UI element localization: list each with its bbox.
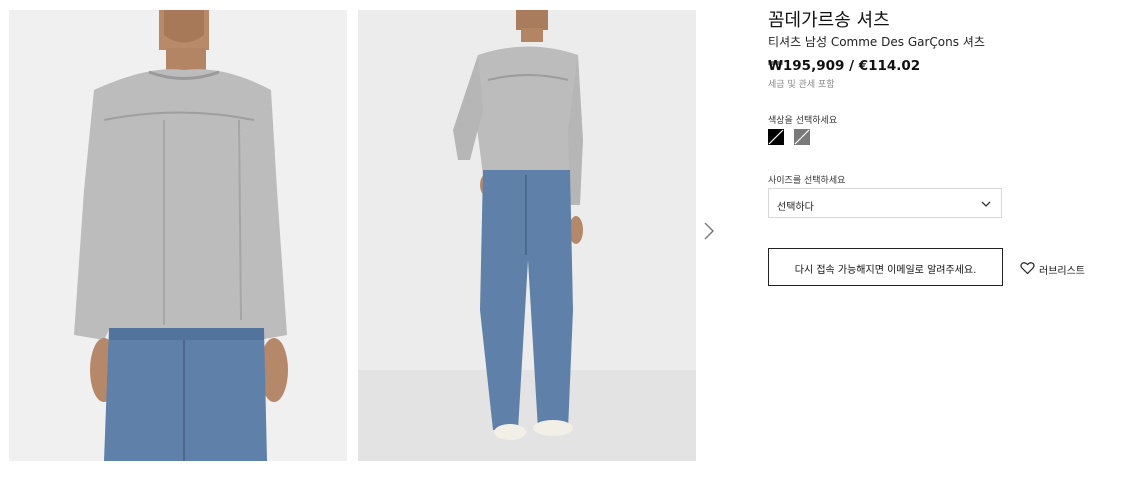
swatch-black-fill — [768, 129, 784, 145]
next-image-arrow[interactable] — [700, 220, 718, 242]
wishlist-label: 러브리스트 — [1039, 266, 1085, 277]
heart-icon — [1020, 262, 1035, 275]
color-select-label: 색상을 선택하세요 — [768, 116, 838, 126]
product-photo-closeup[interactable] — [9, 10, 347, 461]
tax-note: 세금 및 관세 포함 — [768, 80, 835, 90]
full-body-image — [358, 10, 696, 461]
chevron-right-icon — [704, 222, 714, 240]
chevron-down-icon — [981, 201, 991, 207]
notify-me-label: 다시 접속 가능해지면 이메일로 알려주세요. — [794, 265, 977, 276]
product-price: ₩195,909 / €114.02 — [768, 58, 921, 74]
size-dropdown[interactable]: 선택하다 — [768, 188, 1002, 218]
product-brand-title: 꼼데가르송 셔츠 — [768, 10, 890, 31]
closeup-image — [9, 10, 347, 461]
color-swatch-grey[interactable] — [794, 129, 810, 145]
swatch-grey-fill — [794, 129, 810, 145]
product-photo-full-body[interactable] — [358, 10, 696, 461]
product-subtitle: 티셔츠 남성 Comme Des GarÇons 셔츠 — [768, 35, 985, 49]
size-select-label: 사이즈를 선택하세요 — [768, 176, 846, 186]
color-swatch-black[interactable] — [768, 129, 784, 145]
size-dropdown-value: 선택하다 — [777, 202, 814, 213]
notify-me-button[interactable]: 다시 접속 가능해지면 이메일로 알려주세요. — [768, 248, 1003, 286]
